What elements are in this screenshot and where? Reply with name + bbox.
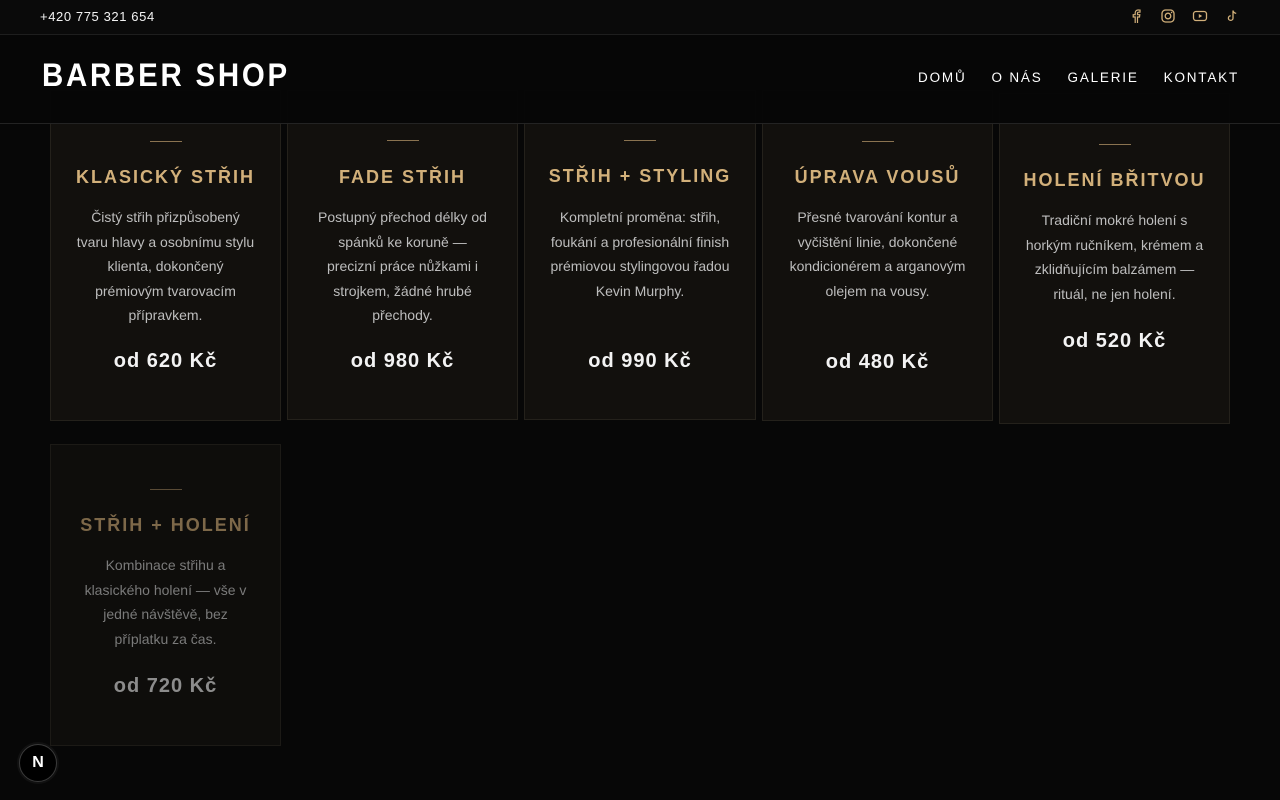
service-price: od 980 Kč xyxy=(350,350,455,372)
card-divider xyxy=(386,140,419,141)
facebook-icon[interactable] xyxy=(1128,8,1144,24)
service-description: Kompletní proměna: střih, foukání a prof… xyxy=(550,209,730,299)
tiktok-icon[interactable] xyxy=(1224,8,1240,24)
card-divider xyxy=(861,141,894,142)
dev-tools-badge[interactable]: N xyxy=(19,744,57,782)
card-divider xyxy=(1098,144,1131,145)
service-title: FADE STŘIH xyxy=(338,167,466,187)
nav-link-gallery[interactable]: GALERIE xyxy=(1068,70,1139,85)
service-card: FADE STŘIH Postupný přechod délky od spá… xyxy=(287,90,518,420)
instagram-icon[interactable] xyxy=(1160,8,1176,24)
service-price: od 990 Kč xyxy=(588,350,692,372)
social-links xyxy=(1128,8,1240,24)
service-card: HOLENÍ BŘITVOU Tradiční mokré holení s h… xyxy=(999,93,1230,424)
service-description: Tradiční mokré holení s horkým ručníkem,… xyxy=(1025,212,1204,302)
service-card: ÚPRAVA VOUSŮ Přesné tvarování kontur a v… xyxy=(762,90,993,421)
service-card: KLASICKÝ STŘIH Čistý střih přizpůsobený … xyxy=(50,90,281,421)
service-title: KLASICKÝ STŘIH xyxy=(75,167,255,187)
service-description: Čistý střih přizpůsobený tvaru hlavy a o… xyxy=(76,209,255,323)
top-bar: +420 775 321 654 xyxy=(0,0,1280,35)
service-price: od 520 Kč xyxy=(1062,330,1167,352)
card-divider xyxy=(149,489,182,490)
nav-link-about[interactable]: O NÁS xyxy=(992,70,1043,85)
service-description: Kombinace střihu a klasického holení — v… xyxy=(84,557,247,647)
card-divider xyxy=(149,141,182,142)
site-logo[interactable]: BARBER SHOP xyxy=(42,57,290,94)
nav-link-home[interactable]: DOMŮ xyxy=(918,70,966,85)
service-title: STŘIH + STYLING xyxy=(548,166,732,186)
service-title: ÚPRAVA VOUSŮ xyxy=(794,167,961,187)
service-description: Postupný přechod délky od spánků ke koru… xyxy=(318,209,487,323)
service-price: od 620 Kč xyxy=(113,350,218,372)
service-price: od 480 Kč xyxy=(825,351,930,373)
phone-number[interactable]: +420 775 321 654 xyxy=(40,9,155,24)
nav-link-contact[interactable]: KONTAKT xyxy=(1164,70,1239,85)
service-card: STŘIH + HOLENÍ Kombinace střihu a klasic… xyxy=(50,444,281,746)
service-price: od 720 Kč xyxy=(113,675,218,697)
service-title: STŘIH + HOLENÍ xyxy=(80,515,251,535)
card-divider xyxy=(624,140,656,141)
service-description: Přesné tvarování kontur a vyčištění lini… xyxy=(789,209,966,299)
main-nav: DOMŮ O NÁS GALERIE KONTAKT xyxy=(918,70,1239,85)
service-card: STŘIH + STYLING Kompletní proměna: střih… xyxy=(524,90,756,420)
main-header: BARBER SHOP DOMŮ O NÁS GALERIE KONTAKT xyxy=(0,35,1280,124)
youtube-icon[interactable] xyxy=(1192,8,1208,24)
service-title: HOLENÍ BŘITVOU xyxy=(1023,170,1206,190)
